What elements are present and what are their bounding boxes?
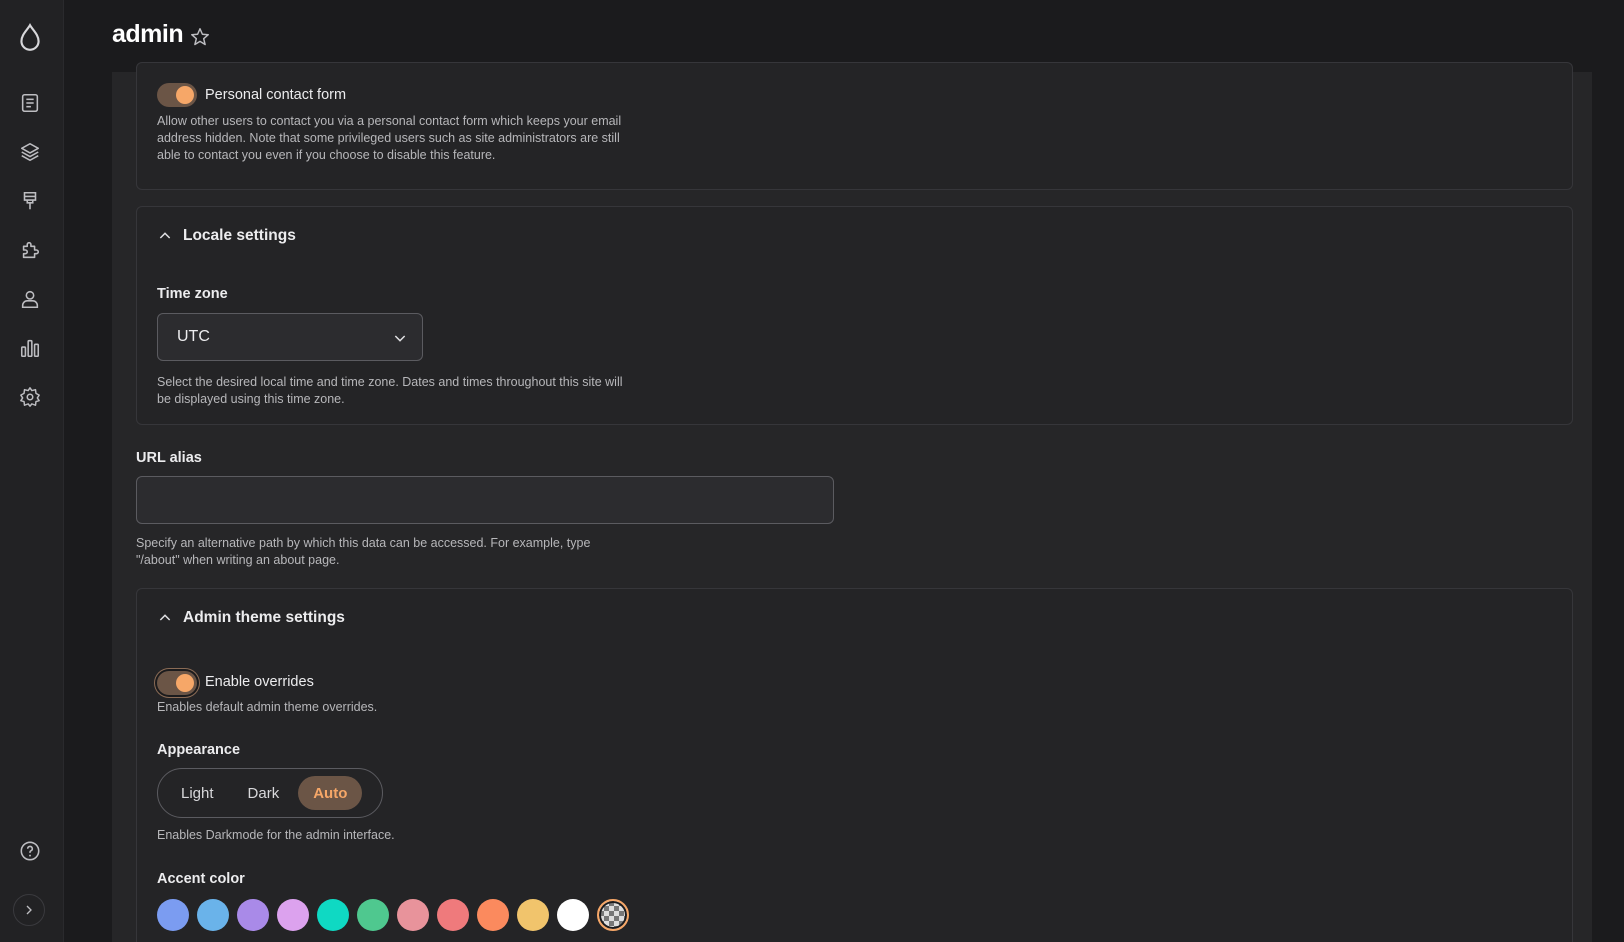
- enable-overrides-description: Enables default admin theme overrides.: [157, 700, 378, 714]
- appearance-label: Appearance: [157, 742, 241, 758]
- page-title: admin: [112, 20, 184, 48]
- star-icon[interactable]: [188, 25, 212, 49]
- contact-form-label: Personal contact form: [205, 87, 347, 103]
- sidebar: [0, 0, 64, 942]
- timezone-value: UTC: [177, 328, 210, 345]
- accent-swatch-8[interactable]: [477, 899, 509, 931]
- appearance-option-light[interactable]: Light: [166, 776, 229, 810]
- accent-swatch-6[interactable]: [397, 899, 429, 931]
- toggle-knob: [176, 86, 194, 104]
- accent-swatch-0[interactable]: [157, 899, 189, 931]
- locale-settings-heading: Locale settings: [183, 227, 296, 244]
- timezone-select[interactable]: UTC: [157, 313, 423, 361]
- appearance-option-auto[interactable]: Auto: [298, 776, 363, 810]
- appearance-option-dark[interactable]: Dark: [233, 776, 295, 810]
- locale-settings-toggle[interactable]: Locale settings: [157, 227, 296, 245]
- timezone-label: Time zone: [157, 286, 228, 302]
- accent-color-swatches: [157, 899, 629, 931]
- expand-icon[interactable]: [13, 894, 45, 926]
- content-icon[interactable]: [14, 87, 46, 119]
- desc-line: address hidden. Note that some privilege…: [157, 131, 620, 145]
- appearance-description: Enables Darkmode for the admin interface…: [157, 828, 395, 842]
- contact-form-description: Allow other users to contact you via a p…: [157, 113, 621, 164]
- desc-line: Allow other users to contact you via a p…: [157, 114, 622, 128]
- appearance-switcher: Light Dark Auto: [157, 768, 383, 818]
- accent-swatch-2[interactable]: [237, 899, 269, 931]
- accent-swatch-10[interactable]: [557, 899, 589, 931]
- appearance-icon[interactable]: [14, 185, 46, 217]
- people-icon[interactable]: [14, 283, 46, 315]
- chevron-up-icon: [159, 614, 171, 621]
- toggle-knob: [176, 674, 194, 692]
- accent-swatch-3[interactable]: [277, 899, 309, 931]
- enable-overrides-label: Enable overrides: [205, 674, 314, 690]
- accent-swatch-1[interactable]: [197, 899, 229, 931]
- admin-theme-heading: Admin theme settings: [183, 609, 345, 626]
- locale-settings-panel: Locale settings Time zone UTC Select the…: [136, 206, 1573, 425]
- reports-icon[interactable]: [14, 332, 46, 364]
- accent-swatch-5[interactable]: [357, 899, 389, 931]
- main-content: Personal contact form Allow other users …: [112, 62, 1592, 942]
- accent-swatch-9[interactable]: [517, 899, 549, 931]
- drupal-logo-icon[interactable]: [14, 20, 46, 56]
- url-alias-input[interactable]: [136, 476, 834, 524]
- desc-line: be displayed using this time zone.: [157, 392, 345, 406]
- extend-icon[interactable]: [14, 234, 46, 266]
- timezone-description: Select the desired local time and time z…: [157, 374, 623, 408]
- contact-settings-panel: Personal contact form Allow other users …: [136, 62, 1573, 190]
- accent-swatch-custom[interactable]: [597, 899, 629, 931]
- admin-theme-settings-panel: Admin theme settings Enable overrides En…: [136, 588, 1573, 942]
- desc-line: "/about" when writing an about page.: [136, 553, 340, 567]
- structure-icon[interactable]: [14, 136, 46, 168]
- desc-line: Specify an alternative path by which thi…: [136, 536, 591, 550]
- url-alias-label: URL alias: [136, 450, 202, 466]
- contact-form-toggle[interactable]: [157, 83, 197, 107]
- accent-swatch-7[interactable]: [437, 899, 469, 931]
- chevron-up-icon: [159, 232, 171, 239]
- admin-theme-settings-toggle[interactable]: Admin theme settings: [157, 609, 345, 627]
- desc-line: Select the desired local time and time z…: [157, 375, 623, 389]
- accent-color-label: Accent color: [157, 871, 245, 887]
- configuration-icon[interactable]: [14, 381, 46, 413]
- help-icon[interactable]: [14, 835, 46, 867]
- desc-line: able to contact you even if you choose t…: [157, 148, 496, 162]
- url-alias-description: Specify an alternative path by which thi…: [136, 535, 590, 569]
- enable-overrides-toggle[interactable]: [157, 671, 197, 695]
- accent-swatch-4[interactable]: [317, 899, 349, 931]
- chevron-down-icon: [394, 335, 406, 342]
